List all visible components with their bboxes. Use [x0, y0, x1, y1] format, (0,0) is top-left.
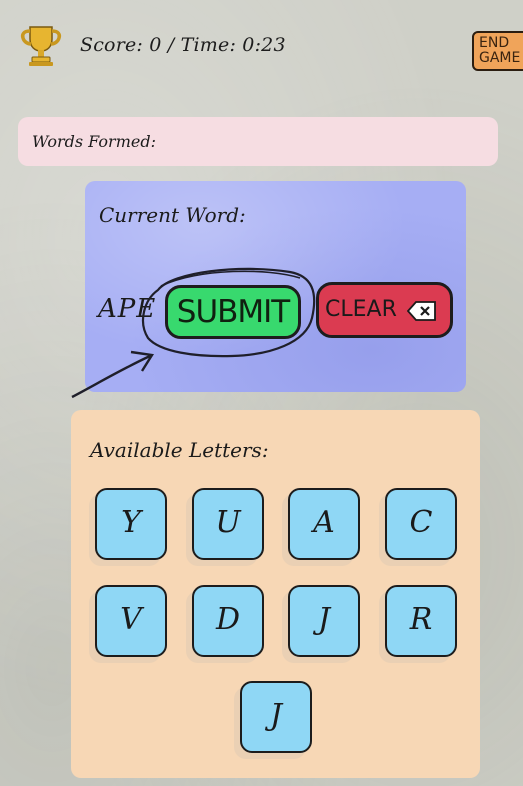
words-formed-label: Words Formed: — [32, 132, 156, 151]
end-game-button[interactable]: END GAME — [472, 31, 523, 71]
letter-tile-c[interactable]: C — [385, 488, 457, 560]
letter-tile-a[interactable]: A — [288, 488, 360, 560]
clear-button-label: CLEAR — [325, 297, 397, 322]
backspace-x-icon — [407, 301, 436, 321]
submit-button[interactable]: SUBMIT — [165, 285, 301, 339]
letter-tile-y[interactable]: Y — [95, 488, 167, 560]
words-formed-panel: Words Formed: — [18, 117, 498, 166]
current-word-label: Current Word: — [99, 203, 246, 227]
letter-tile-r[interactable]: R — [385, 585, 457, 657]
available-letters-panel: Available Letters: Y U A C V D J R J — [71, 410, 480, 778]
clear-button[interactable]: CLEAR — [316, 282, 453, 338]
current-word-value: APE — [98, 294, 157, 324]
end-game-label-line1: END — [479, 35, 510, 51]
letter-tile-u[interactable]: U — [192, 488, 264, 560]
current-word-panel: Current Word: APE SUBMIT CLEAR — [85, 181, 466, 392]
letter-tile-v[interactable]: V — [95, 585, 167, 657]
available-letters-label: Available Letters: — [90, 438, 269, 462]
letter-tile-d[interactable]: D — [192, 585, 264, 657]
letter-tile-j-2[interactable]: J — [240, 681, 312, 753]
end-game-label-line2: GAME — [479, 50, 521, 66]
trophy-icon — [20, 26, 62, 66]
letter-tile-j[interactable]: J — [288, 585, 360, 657]
score-time-display: Score: 0 / Time: 0:23 — [80, 34, 286, 56]
